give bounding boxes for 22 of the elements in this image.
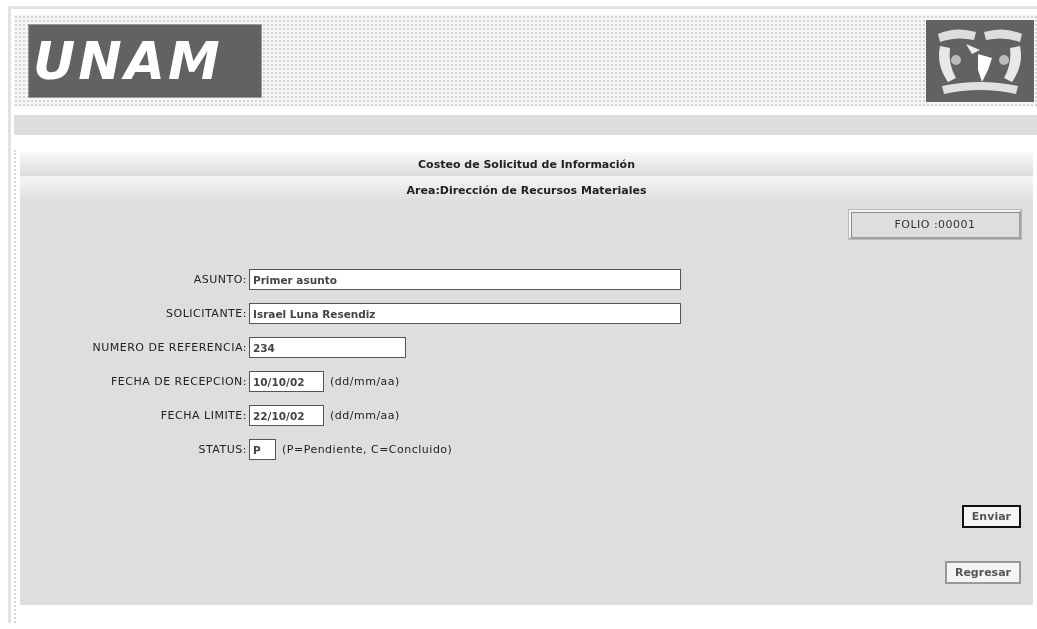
form-subtitle: Area:Dirección de Recursos Materiales xyxy=(20,178,1033,202)
folio-field: FOLIO :00001 xyxy=(849,210,1021,239)
field-label: ASUNTO: xyxy=(192,273,247,286)
logo: UNAM xyxy=(28,24,262,98)
field-label: SOLICITANTE: xyxy=(165,307,247,320)
format-hint: (dd/mm/aa) xyxy=(330,409,400,422)
input-field[interactable]: 22/10/02 xyxy=(249,405,324,426)
input-field[interactable]: Israel Luna Resendiz xyxy=(249,303,681,324)
input-field[interactable]: 234 xyxy=(249,337,406,358)
input-field[interactable]: Primer asunto xyxy=(249,269,681,290)
submit-button[interactable]: Enviar xyxy=(961,505,1021,528)
format-hint: (P=Pendiente, C=Concluido) xyxy=(282,443,453,456)
back-button[interactable]: Regresar xyxy=(944,561,1021,584)
input-field[interactable]: P xyxy=(249,439,276,460)
field-label: FECHA LIMITE: xyxy=(159,409,247,422)
field-label: NUMERO DE REFERENCIA: xyxy=(91,341,247,354)
emblem-icon xyxy=(926,20,1034,102)
field-label: FECHA DE RECEPCION: xyxy=(109,375,247,388)
format-hint: (dd/mm/aa) xyxy=(330,375,400,388)
field-label: STATUS: xyxy=(197,443,247,456)
input-field[interactable]: 10/10/02 xyxy=(249,371,324,392)
form-title: Costeo de Solicitud de Información xyxy=(20,152,1033,178)
